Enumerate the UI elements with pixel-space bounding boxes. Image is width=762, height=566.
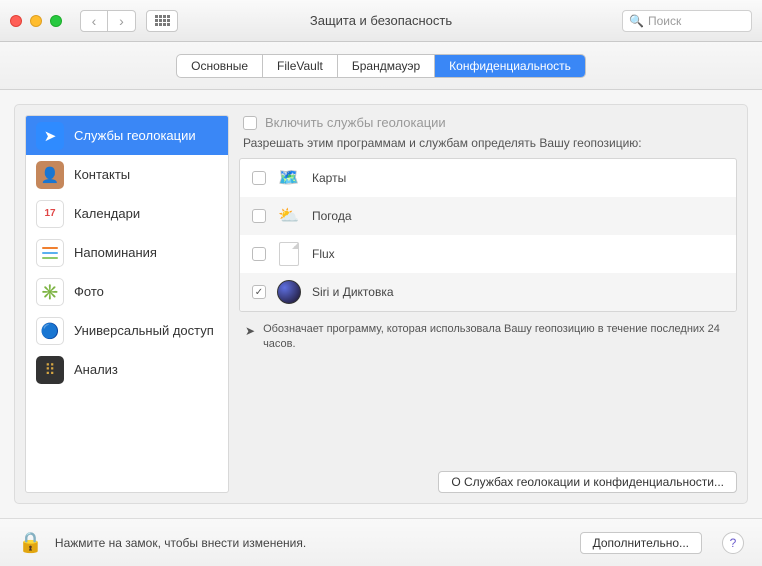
- app-checkbox-maps[interactable]: [252, 171, 266, 185]
- app-row-siri: Siri и Диктовка: [240, 273, 736, 311]
- about-row: О Службах геолокации и конфиденциальност…: [239, 459, 737, 493]
- recent-usage-text: Обозначает программу, которая использова…: [263, 322, 731, 353]
- pane-footer: 🔒 Нажмите на замок, чтобы внести изменен…: [0, 518, 762, 566]
- app-label-flux: Flux: [312, 247, 335, 261]
- tab-firewall[interactable]: Брандмауэр: [338, 55, 435, 77]
- tabs-group: Основные FileVault Брандмауэр Конфиденци…: [176, 54, 586, 78]
- app-label-maps: Карты: [312, 171, 346, 185]
- window-titlebar: ‹ › Защита и безопасность 🔍 Поиск: [0, 0, 762, 42]
- app-checkbox-siri[interactable]: [252, 285, 266, 299]
- flux-icon: [276, 241, 302, 267]
- privacy-category-list: ➤ Службы геолокации 👤 Контакты 17 Календ…: [25, 115, 229, 493]
- sidebar-label-photos: Фото: [74, 284, 104, 299]
- enable-location-row: Включить службы геолокации: [239, 115, 737, 136]
- sidebar-item-reminders[interactable]: Напоминания: [26, 233, 228, 272]
- analytics-icon: ⠿: [36, 356, 64, 384]
- app-checkbox-flux[interactable]: [252, 247, 266, 261]
- app-label-weather: Погода: [312, 209, 352, 223]
- nav-buttons: ‹ ›: [80, 10, 136, 32]
- sidebar-item-location[interactable]: ➤ Службы геолокации: [26, 116, 228, 155]
- siri-icon: [276, 279, 302, 305]
- app-row-flux: Flux: [240, 235, 736, 273]
- sidebar-item-calendars[interactable]: 17 Календари: [26, 194, 228, 233]
- app-row-weather: ⛅ Погода: [240, 197, 736, 235]
- close-window-button[interactable]: [10, 15, 22, 27]
- help-button[interactable]: ?: [722, 532, 744, 554]
- enable-location-description: Разрешать этим программам и службам опре…: [239, 136, 737, 158]
- privacy-panel: ➤ Службы геолокации 👤 Контакты 17 Календ…: [14, 104, 748, 504]
- reminders-icon: [36, 239, 64, 267]
- sidebar-item-accessibility[interactable]: 🔵 Универсальный доступ: [26, 311, 228, 350]
- sidebar-label-analytics: Анализ: [74, 362, 118, 377]
- app-checkbox-weather[interactable]: [252, 209, 266, 223]
- sidebar-label-accessibility: Универсальный доступ: [74, 323, 214, 338]
- search-icon: 🔍: [629, 14, 644, 28]
- tab-bar: Основные FileVault Брандмауэр Конфиденци…: [0, 42, 762, 90]
- calendar-icon: 17: [36, 200, 64, 228]
- tab-privacy[interactable]: Конфиденциальность: [435, 55, 585, 77]
- minimize-window-button[interactable]: [30, 15, 42, 27]
- enable-location-label: Включить службы геолокации: [265, 115, 446, 130]
- about-location-button[interactable]: О Службах геолокации и конфиденциальност…: [438, 471, 737, 493]
- sidebar-label-contacts: Контакты: [74, 167, 130, 182]
- app-permission-list: 🗺️ Карты ⛅ Погода Flux Siri и Диктовка: [239, 158, 737, 312]
- sidebar-label-reminders: Напоминания: [74, 245, 157, 260]
- advanced-button[interactable]: Дополнительно...: [580, 532, 702, 554]
- zoom-window-button[interactable]: [50, 15, 62, 27]
- sidebar-item-contacts[interactable]: 👤 Контакты: [26, 155, 228, 194]
- recent-usage-note: ➤ Обозначает программу, которая использо…: [239, 312, 737, 353]
- weather-icon: ⛅: [276, 203, 302, 229]
- tab-general[interactable]: Основные: [177, 55, 263, 77]
- accessibility-icon: 🔵: [36, 317, 64, 345]
- location-icon: ➤: [36, 122, 64, 150]
- window-title: Защита и безопасность: [310, 13, 452, 28]
- back-button[interactable]: ‹: [80, 10, 108, 32]
- lock-hint-text: Нажмите на замок, чтобы внести изменения…: [55, 536, 306, 550]
- maps-icon: 🗺️: [276, 165, 302, 191]
- contacts-icon: 👤: [36, 161, 64, 189]
- tab-filevault[interactable]: FileVault: [263, 55, 338, 77]
- grid-icon: [155, 15, 170, 26]
- forward-button[interactable]: ›: [108, 10, 136, 32]
- sidebar-item-analytics[interactable]: ⠿ Анализ: [26, 350, 228, 389]
- app-label-siri: Siri и Диктовка: [312, 285, 394, 299]
- sidebar-label-calendars: Календари: [74, 206, 140, 221]
- sidebar-label-location: Службы геолокации: [74, 128, 196, 143]
- sidebar-item-photos[interactable]: ✳️ Фото: [26, 272, 228, 311]
- traffic-lights: [10, 15, 62, 27]
- search-placeholder: Поиск: [648, 14, 681, 28]
- app-row-maps: 🗺️ Карты: [240, 159, 736, 197]
- location-content: Включить службы геолокации Разрешать эти…: [239, 115, 737, 493]
- search-field[interactable]: 🔍 Поиск: [622, 10, 752, 32]
- location-arrow-icon: ➤: [245, 323, 255, 354]
- enable-location-checkbox[interactable]: [243, 116, 257, 130]
- show-all-preferences-button[interactable]: [146, 10, 178, 32]
- lock-icon[interactable]: 🔒: [18, 530, 43, 555]
- photos-icon: ✳️: [36, 278, 64, 306]
